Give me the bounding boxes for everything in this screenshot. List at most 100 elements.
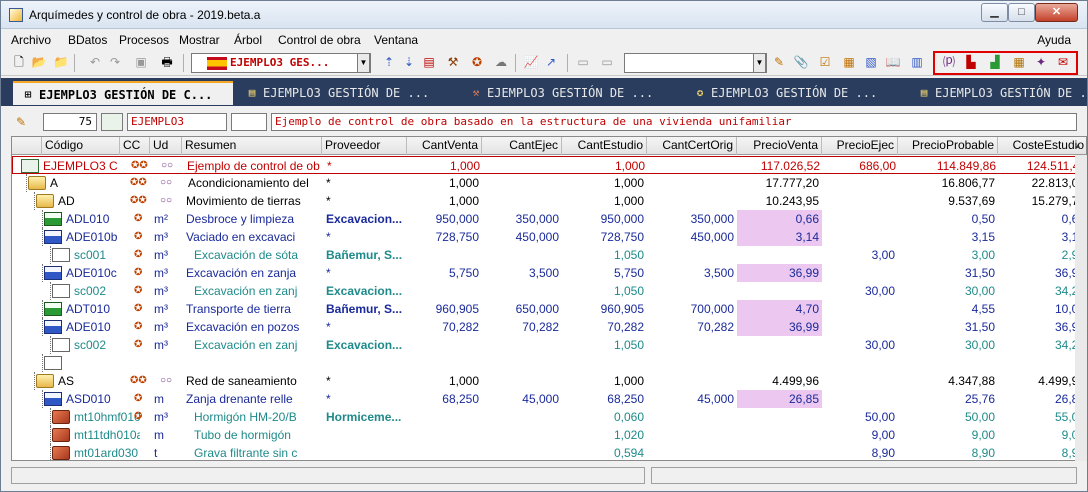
calendar-grid-icon[interactable]: ▦ [1011,54,1027,70]
medal-icon[interactable]: ✪ [134,213,142,225]
notes-icon[interactable]: ✎ [771,54,787,70]
medal-icon[interactable]: ✪ [134,339,142,351]
chapter-folder-icon[interactable] [36,374,54,388]
column-header-ud[interactable]: Ud [150,137,182,155]
save-icon[interactable]: ▣ [133,54,149,70]
menu-bdatos[interactable]: BDatos [68,33,107,47]
column-header-cantejec[interactable]: CantEjec [482,137,562,155]
table-row[interactable]: mt10hmf010 ✪ m³ Hormigón HM-20/B Hormiceme..… [12,408,1086,426]
menu-archivo[interactable]: Archivo [11,33,51,47]
filter-dropdown-arrow[interactable]: ▼ [753,53,766,73]
project-dropdown-arrow[interactable]: ▼ [357,53,370,73]
formula-icon[interactable]: ⒫ [941,54,957,70]
document-edit-icon[interactable]: ▧ [863,54,879,70]
table-row[interactable]: mt01ard030 t Grava filtrante sin c 0,594 8,9… [12,444,1086,460]
medal-icon[interactable]: ✪ [134,231,142,243]
column-header-cc[interactable]: CC [120,137,150,155]
table-row[interactable]: EJEMPLO3 C ✪✪ ○○ Ejemplo de control de ob * 1… [12,156,1086,174]
concept-type-icon[interactable] [101,113,123,131]
medal-icon[interactable]: ✪✪ [130,177,147,189]
column-header-codigo[interactable]: Código [42,137,120,155]
tab-document-2[interactable]: ▤ EJEMPLO3 GESTIÓN DE ... [237,81,457,105]
new-file-icon[interactable]: 🗋 [11,54,27,70]
column-header-cantcertorig[interactable]: CantCertOrig [647,137,737,155]
table-row[interactable]: ADT010 ✪ m³ Transporte de tierra Bañemur, S.… [12,300,1086,318]
column-header-costeestudio[interactable]: CosteEstudio [998,137,1086,155]
tab-document-4[interactable]: ✪ EJEMPLO3 GESTIÓN DE ... [685,81,905,105]
root-concept-icon[interactable] [21,159,39,173]
tab-document-3[interactable]: ⚒ EJEMPLO3 GESTIÓN DE ... [461,81,681,105]
column-header-precioprobable[interactable]: PrecioProbable [898,137,998,155]
work-unit-icon[interactable] [44,212,62,226]
column-header-precioventa[interactable]: PrecioVenta [737,137,822,155]
tab-document-5[interactable]: ▤ EJEMPLO3 GESTIÓN DE ... [909,81,1087,105]
medal-icon[interactable]: ✪✪ [130,195,147,207]
progress-icon[interactable]: ✦ [1033,54,1049,70]
table-row[interactable]: sc002 ✪ m³ Excavación en zanj Excavacion... 1… [12,336,1086,354]
material-brick-icon[interactable] [52,428,70,442]
medal-icon[interactable]: ✪ [134,411,142,423]
column-header-cantventa[interactable]: CantVenta [407,137,482,155]
menu-control-de-obra[interactable]: Control de obra [278,33,361,47]
chapter-folder-icon[interactable] [36,194,54,208]
concept-code-field[interactable]: EJEMPLO3 [127,113,227,131]
medal-icon[interactable]: ✪✪ [131,160,148,172]
table-row[interactable]: sc002 ✪ m³ Excavación en zanj Excavacion... 1… [12,282,1086,300]
concept-count-field[interactable]: 75 [43,113,97,131]
budget-tree-grid[interactable]: Código CC Ud Resumen Proveedor CantVenta… [11,136,1087,461]
edit-concept-icon[interactable]: ✎ [13,114,29,130]
book-icon[interactable]: 📖 [885,54,901,70]
medal-icon[interactable]: ✪✪ [130,375,147,387]
material-brick-icon[interactable] [52,410,70,424]
menu-arbol[interactable]: Árbol [234,33,262,47]
table-row[interactable]: sc001 ✪ m³ Excavación de sóta Bañemur, S... 1… [12,246,1086,264]
medal-icon[interactable]: ✪ [134,249,142,261]
work-unit-icon[interactable] [44,230,62,244]
table-row[interactable]: ADL010 ✪ m² Desbroce y limpieza Excavacion..… [12,210,1086,228]
report-icon[interactable]: ▤ [421,54,437,70]
minimize-button[interactable]: ▁ [981,3,1008,22]
work-unit-icon[interactable] [44,392,62,406]
table-row[interactable]: ADE010 ✪ m³ Excavación en pozos * 70,282 70,28… [12,318,1086,336]
window-tile-icon[interactable]: ▭ [599,54,615,70]
open-folder-icon[interactable]: 📂 [31,54,47,70]
table-row[interactable]: ADE010b ✪ m³ Vaciado en excavaci * 728,750 450… [12,228,1086,246]
menu-procesos[interactable]: Procesos [119,33,169,47]
column-header-cantestudio[interactable]: CantEstudio [562,137,647,155]
work-unit-icon[interactable] [44,302,62,316]
medal-icon[interactable]: ✪ [134,267,142,279]
books-icon[interactable]: ▥ [909,54,925,70]
tree-up-icon[interactable]: ⇡ [381,54,397,70]
table-row[interactable] [12,354,1086,372]
medal-icon[interactable]: ✪ [134,321,142,333]
filter-selector[interactable] [624,53,767,73]
menu-mostrar[interactable]: Mostrar [179,33,220,47]
chart-icon[interactable]: 📈 [523,54,539,70]
column-header-resumen[interactable]: Resumen [182,137,322,155]
subcontract-icon[interactable] [52,338,70,352]
cloud-icon[interactable]: ☁ [493,54,509,70]
maximize-button[interactable]: □ [1008,3,1035,22]
concept-description-field[interactable]: Ejemplo de control de obra basado en la … [271,113,1077,131]
subcontract-icon[interactable] [52,284,70,298]
menu-ventana[interactable]: Ventana [374,33,418,47]
message-icon[interactable]: ✉ [1055,54,1071,70]
concept-unit-field[interactable] [231,113,267,131]
open-recent-icon[interactable]: 📁 [53,54,69,70]
table-row[interactable]: AD ✪✪ ○○ Movimiento de tierras * 1,000 1,000 10… [12,192,1086,210]
column-header-precioejec[interactable]: PrecioEjec [822,137,898,155]
tree-down-icon[interactable]: ⇣ [401,54,417,70]
medal-icon[interactable]: ✪ [134,285,142,297]
trend-icon[interactable]: ↗ [543,54,559,70]
checklist-icon[interactable]: ☑ [817,54,833,70]
document-check-icon[interactable]: ▦ [841,54,857,70]
construction-icon[interactable]: ⚒ [445,54,461,70]
subcontract-icon[interactable] [52,248,70,262]
table-row[interactable]: ASD010 ✪ m Zanja drenante relle * 68,250 45,00… [12,390,1086,408]
chapter-folder-icon[interactable] [28,176,46,190]
close-button[interactable]: ✕ [1035,3,1078,22]
work-unit-icon[interactable] [44,266,62,280]
medal-icon[interactable]: ✪ [134,393,142,405]
material-brick-icon[interactable] [52,446,70,460]
work-unit-icon[interactable] [44,320,62,334]
